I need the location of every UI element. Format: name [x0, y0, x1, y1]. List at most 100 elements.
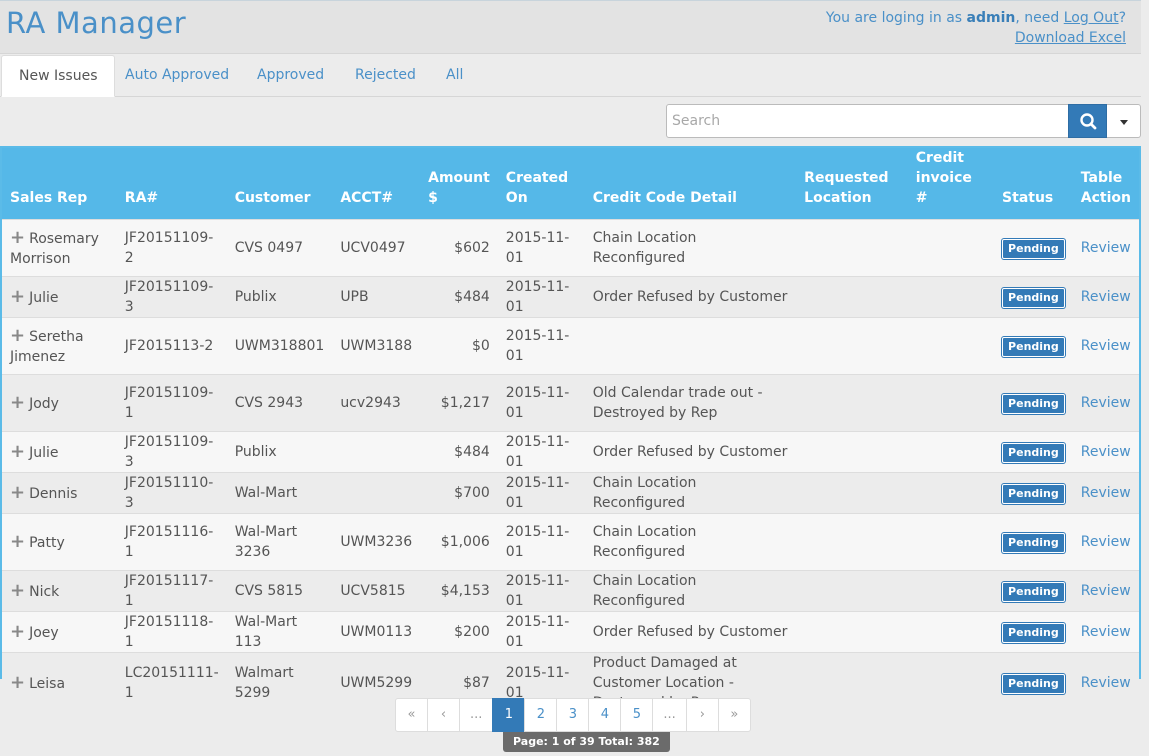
cell-credit-code-detail: Chain Location Reconfigured	[584, 570, 797, 612]
page-nav-button[interactable]: ›	[685, 698, 719, 732]
cell-customer: Wal-Mart	[226, 472, 333, 514]
tab-all[interactable]: All	[429, 55, 480, 97]
cell-acct: ucv2943	[332, 374, 421, 432]
ra-table: Sales Rep RA# Customer ACCT# Amount $ Cr…	[0, 146, 1141, 713]
cell-ra: LC20151111-1	[116, 652, 227, 713]
review-link[interactable]: Review	[1081, 289, 1131, 305]
page-nav-button[interactable]: ‹	[427, 698, 460, 732]
cell-ra: JF20151109-3	[116, 431, 227, 473]
page-nav-button[interactable]: ...	[459, 698, 494, 732]
cell-sales-rep: + Jody	[2, 374, 117, 432]
table-row[interactable]: + Dennis JF20151110-3 Wal-Mart $700 2015-11-0…	[2, 472, 1139, 514]
plus-icon[interactable]: +	[10, 531, 25, 552]
cell-status: Pending	[994, 611, 1073, 653]
cell-amount: $0	[420, 317, 498, 375]
table-row[interactable]: + Joey JF20151118-1 Wal-Mart 113 UWM0113 $200…	[2, 611, 1139, 653]
plus-icon[interactable]: +	[10, 482, 25, 503]
status-badge: Pending	[1002, 393, 1065, 414]
cell-status: Pending	[994, 317, 1073, 375]
cell-credit-code-detail: Order Refused by Customer	[584, 431, 797, 473]
col-acct[interactable]: ACCT#	[332, 148, 421, 220]
review-link[interactable]: Review	[1081, 395, 1131, 411]
page-5-button[interactable]: 5	[620, 698, 654, 732]
col-customer[interactable]: Customer	[226, 148, 333, 220]
search-input[interactable]	[666, 104, 1069, 138]
cell-requested-location	[796, 472, 908, 514]
review-link[interactable]: Review	[1081, 485, 1131, 501]
plus-icon[interactable]: +	[10, 325, 25, 346]
col-credit-code-detail[interactable]: Credit Code Detail	[584, 148, 797, 220]
cell-amount: $484	[420, 276, 498, 318]
col-amount[interactable]: Amount $	[420, 148, 498, 220]
table-row[interactable]: + Rosemary Morrison JF20151109-2 CVS 0497 UC…	[2, 219, 1139, 277]
tab-new-issues[interactable]: New Issues	[1, 55, 116, 97]
plus-icon[interactable]: +	[10, 580, 25, 601]
review-link[interactable]: Review	[1081, 624, 1131, 640]
table-header-row: Sales Rep RA# Customer ACCT# Amount $ Cr…	[2, 148, 1139, 220]
page-nav-button[interactable]: «	[395, 698, 428, 732]
page-4-button[interactable]: 4	[588, 698, 622, 732]
cell-sales-rep: + Leisa	[2, 652, 117, 713]
col-requested-location[interactable]: Requested Location	[796, 148, 908, 220]
logout-link[interactable]: Log Out	[1064, 10, 1119, 26]
cell-action: Review	[1072, 276, 1139, 318]
cell-ra: JF20151117-1	[116, 570, 227, 612]
download-excel-link[interactable]: Download Excel	[1015, 30, 1126, 46]
tab-approved[interactable]: Approved	[240, 55, 341, 97]
cell-credit-code-detail: Old Calendar trade out - Destroyed by Re…	[584, 374, 797, 432]
status-badge: Pending	[1002, 287, 1065, 308]
cell-status: Pending	[994, 276, 1073, 318]
page-2-button[interactable]: 2	[524, 698, 558, 732]
status-badge: Pending	[1002, 483, 1065, 504]
review-link[interactable]: Review	[1081, 675, 1131, 691]
status-badge: Pending	[1002, 622, 1065, 643]
col-sales-rep[interactable]: Sales Rep	[2, 148, 117, 220]
pagination: «‹... 1 2 3 4 5... ›»	[395, 698, 751, 732]
review-link[interactable]: Review	[1081, 240, 1131, 256]
plus-icon[interactable]: +	[10, 392, 25, 413]
login-mid: , need	[1015, 10, 1060, 26]
page-1-button[interactable]: 1	[492, 698, 526, 732]
cell-action: Review	[1072, 513, 1139, 571]
sales-rep-name: Dennis	[29, 485, 78, 502]
plus-icon[interactable]: +	[10, 227, 25, 248]
login-suffix: ?	[1118, 10, 1126, 26]
search-options-button[interactable]	[1107, 104, 1141, 138]
tab-rejected[interactable]: Rejected	[338, 55, 433, 97]
page-nav-button[interactable]: ...	[652, 698, 687, 732]
plus-icon[interactable]: +	[10, 621, 25, 642]
review-link[interactable]: Review	[1081, 534, 1131, 550]
table-row[interactable]: + Julie JF20151109-3 Publix UPB $484 2015-11-0…	[2, 276, 1139, 318]
plus-icon[interactable]: +	[10, 672, 25, 693]
tab-auto-approved[interactable]: Auto Approved	[108, 55, 246, 97]
col-credit-invoice[interactable]: Credit invoice #	[907, 148, 995, 220]
cell-created-on: 2015-11-01	[497, 513, 585, 571]
col-ra[interactable]: RA#	[116, 148, 227, 220]
cell-customer: Walmart 5299	[226, 652, 333, 713]
table-row[interactable]: + Seretha Jimenez JF2015113-2 UWM318801 UWM3…	[2, 317, 1139, 375]
status-badge: Pending	[1002, 673, 1065, 694]
cell-amount: $484	[420, 431, 498, 473]
table-row[interactable]: + Jody JF20151109-1 CVS 2943 ucv2943 $1,217 20…	[2, 374, 1139, 432]
review-link[interactable]: Review	[1081, 583, 1131, 599]
cell-requested-location	[796, 276, 908, 318]
cell-created-on: 2015-11-01	[497, 431, 585, 473]
cell-credit-code-detail	[584, 317, 797, 375]
review-link[interactable]: Review	[1081, 338, 1131, 354]
search-button[interactable]	[1068, 104, 1107, 138]
col-created-on[interactable]: Created On	[497, 148, 585, 220]
col-table-action[interactable]: Table Action	[1072, 148, 1139, 220]
page-3-button[interactable]: 3	[556, 698, 590, 732]
table-row[interactable]: + Patty JF20151116-1 Wal-Mart 3236 UWM3236 $1…	[2, 513, 1139, 571]
cell-acct: UCV0497	[332, 219, 421, 277]
plus-icon[interactable]: +	[10, 286, 25, 307]
review-link[interactable]: Review	[1081, 444, 1131, 460]
cell-status: Pending	[994, 431, 1073, 473]
table-row[interactable]: + Nick JF20151117-1 CVS 5815 UCV5815 $4,153 20…	[2, 570, 1139, 612]
plus-icon[interactable]: +	[10, 441, 25, 462]
table-row[interactable]: + Julie JF20151109-3 Publix $484 2015-11-01 Or…	[2, 431, 1139, 473]
col-status[interactable]: Status	[994, 148, 1073, 220]
cell-created-on: 2015-11-01	[497, 570, 585, 612]
page-nav-button[interactable]: »	[717, 698, 751, 732]
cell-ra: JF20151110-3	[116, 472, 227, 514]
